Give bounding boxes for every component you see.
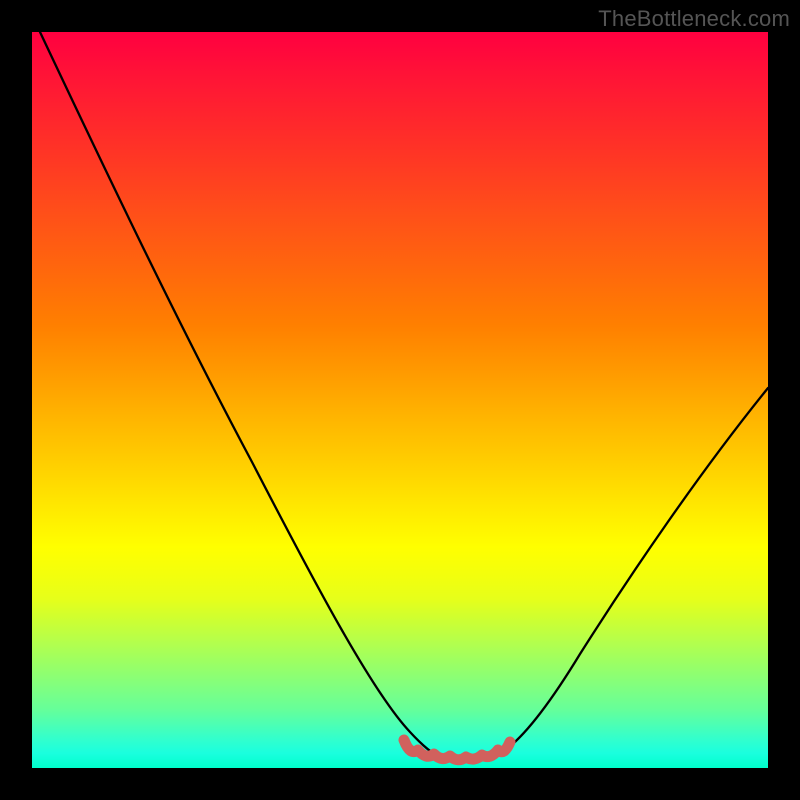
chart-frame: TheBottleneck.com [0,0,800,800]
plot-area [32,32,768,768]
watermark-text: TheBottleneck.com [598,6,790,32]
curve-svg [32,32,768,768]
bottleneck-curve-path [40,32,768,761]
